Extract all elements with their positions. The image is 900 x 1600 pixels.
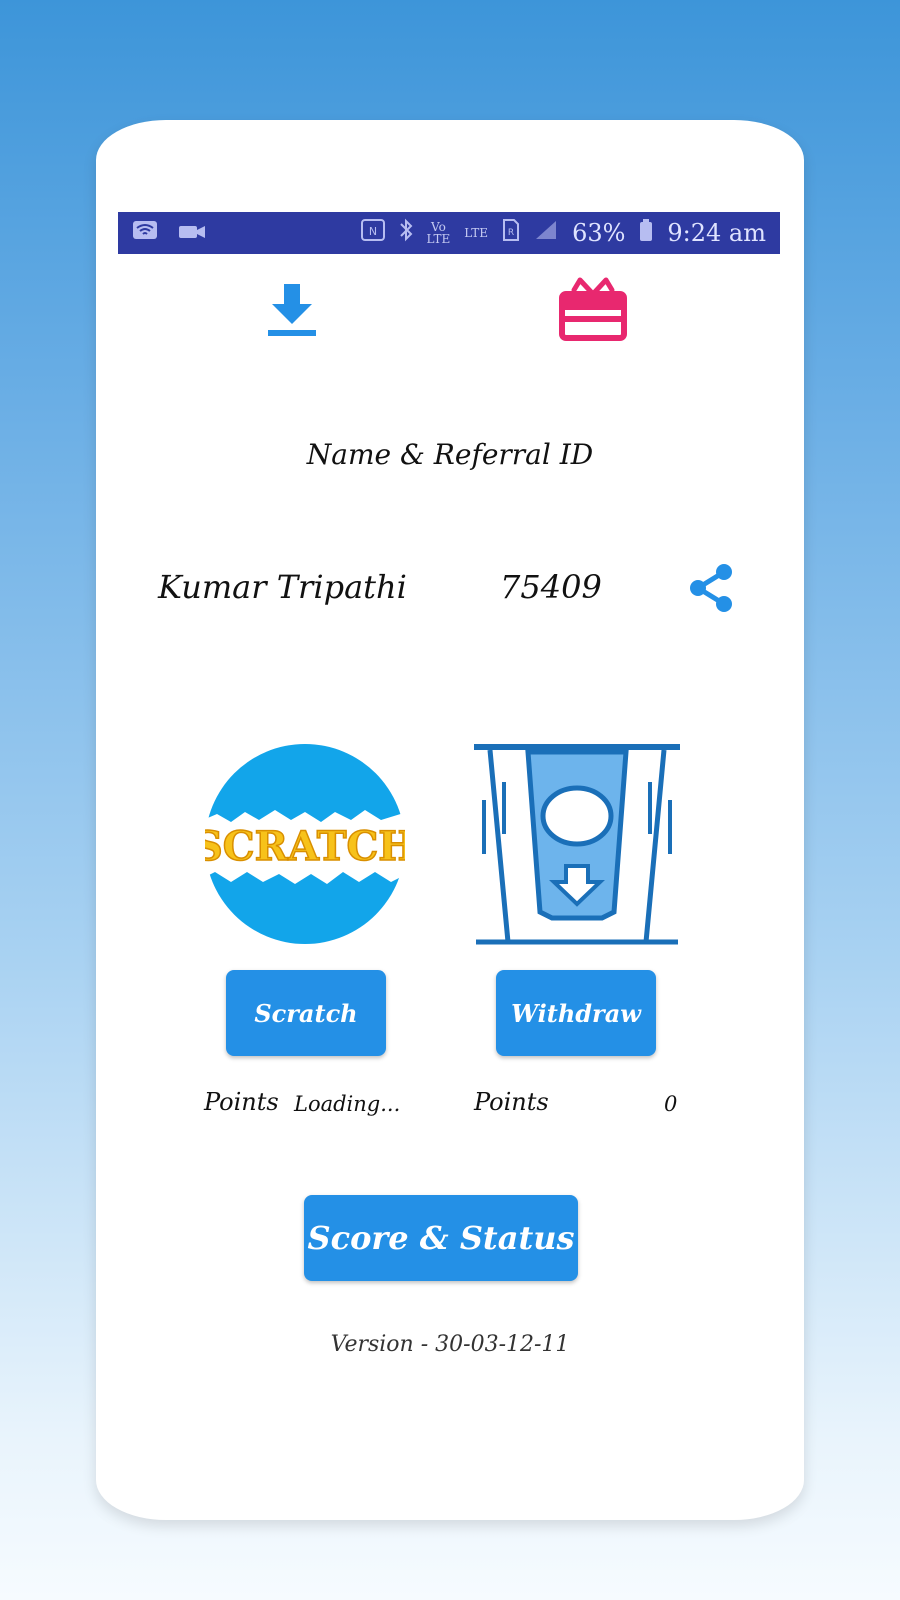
video-icon	[178, 219, 206, 247]
referral-id: 75409	[500, 568, 602, 606]
svg-text:R: R	[508, 228, 514, 238]
withdraw-atm-icon[interactable]	[474, 742, 680, 950]
battery-percentage: 63%	[572, 219, 626, 247]
svg-text:N: N	[368, 225, 376, 238]
status-bar: N Vo LTE LTE R 63% 9:24 am	[118, 212, 780, 254]
score-status-button[interactable]: Score & Status	[304, 1195, 578, 1281]
user-name: Kumar Tripathi	[158, 568, 407, 606]
scratch-points-value: Loading...	[294, 1092, 401, 1116]
sim-icon: R	[502, 218, 520, 248]
scratch-button[interactable]: Scratch	[226, 970, 386, 1056]
scratch-logo[interactable]: SCRATCH	[193, 742, 417, 950]
version-text: Version - 30-03-12-11	[330, 1332, 570, 1357]
signal-icon	[534, 219, 558, 247]
download-icon[interactable]	[264, 282, 320, 342]
scratch-points-label: Points	[204, 1088, 279, 1116]
wifi-icon	[132, 219, 158, 247]
withdraw-button[interactable]: Withdraw	[496, 970, 656, 1056]
volte-icon: Vo LTE	[426, 220, 451, 246]
battery-icon	[639, 218, 653, 248]
withdraw-points-label: Points	[474, 1088, 549, 1116]
withdraw-points-value: 0	[664, 1092, 678, 1116]
nfc-icon: N	[360, 219, 385, 247]
share-icon[interactable]	[686, 562, 736, 618]
clock: 9:24 am	[667, 219, 766, 247]
scratch-logo-text: SCRATCH	[205, 823, 405, 870]
lte-icon: LTE	[464, 226, 489, 240]
profile-heading: Name & Referral ID	[306, 438, 594, 471]
phone-frame	[96, 120, 804, 1520]
gift-icon[interactable]	[558, 276, 628, 346]
bluetooth-icon	[399, 218, 413, 248]
